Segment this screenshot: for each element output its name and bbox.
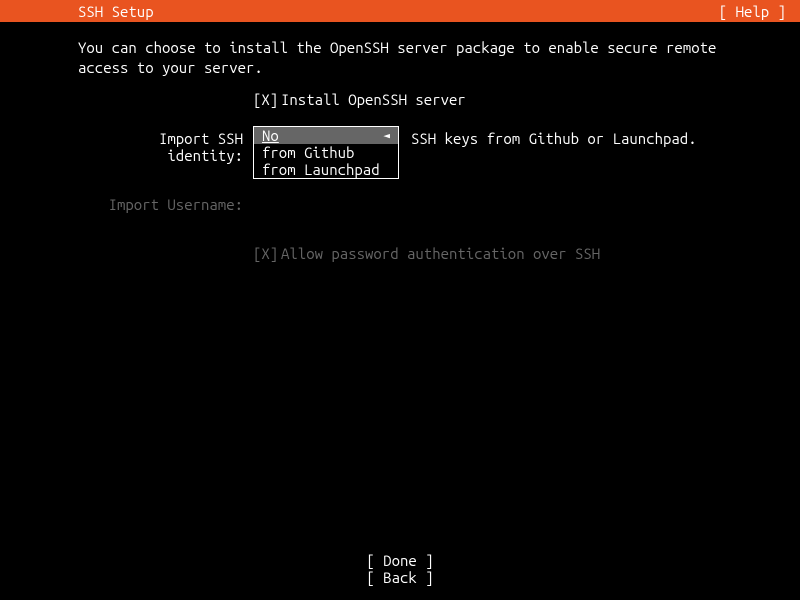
install-openssh-row: [X] Install OpenSSH server <box>78 91 722 108</box>
main-content: You can choose to install the OpenSSH se… <box>0 22 800 262</box>
help-button[interactable]: [ Help ] <box>719 3 786 20</box>
dropdown-option-no[interactable]: No ◄ <box>254 127 398 144</box>
import-username-label: Import Username: <box>78 196 253 213</box>
dropdown-option-launchpad[interactable]: from Launchpad <box>254 161 398 178</box>
page-title: SSH Setup <box>78 3 154 20</box>
done-button[interactable]: [ Done ] <box>0 552 800 569</box>
import-username-row: Import Username: <box>78 196 722 213</box>
dropdown-menu: No ◄ from Github from Launchpad <box>253 126 399 179</box>
dropdown-option-github[interactable]: from Github <box>254 144 398 161</box>
description-text: You can choose to install the OpenSSH se… <box>78 38 722 77</box>
dropdown-arrow-icon: ◄ <box>383 129 390 142</box>
install-openssh-checkbox[interactable]: [X] <box>253 91 281 108</box>
dropdown-option-no-text: No <box>262 127 279 144</box>
footer-buttons: [ Done ] [ Back ] <box>0 552 800 586</box>
import-identity-hint: SSH keys from Github or Launchpad. <box>411 130 697 147</box>
header-bar: SSH Setup [ Help ] <box>0 0 800 22</box>
import-identity-row: Import SSH identity: No ◄ from Github fr… <box>78 130 722 164</box>
allow-password-label: Allow password authentication over SSH <box>281 245 600 262</box>
allow-password-row: [X] Allow password authentication over S… <box>78 245 722 262</box>
import-identity-label: Import SSH identity: <box>78 130 253 164</box>
back-button[interactable]: [ Back ] <box>0 569 800 586</box>
install-openssh-label: Install OpenSSH server <box>281 91 466 108</box>
allow-password-checkbox[interactable]: [X] <box>253 245 281 262</box>
